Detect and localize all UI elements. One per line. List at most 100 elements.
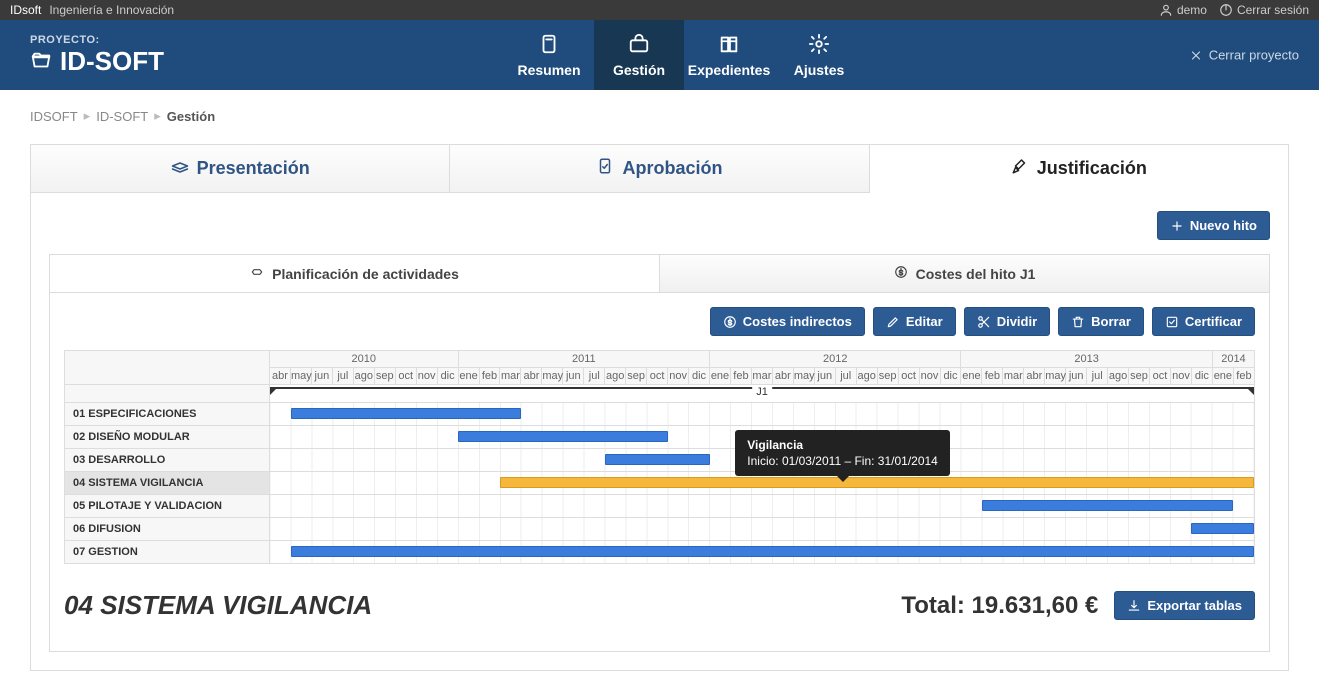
navtab-gestion[interactable]: Gestión	[594, 20, 684, 90]
gantt-bar[interactable]	[291, 408, 521, 419]
month-header: nov	[919, 368, 940, 385]
year-header: 2011	[458, 351, 709, 368]
month-header: abr	[772, 368, 793, 385]
month-header: feb	[982, 368, 1003, 385]
justificacion-icon	[1011, 157, 1029, 180]
logout-link[interactable]: Cerrar sesión	[1219, 3, 1309, 17]
gantt-chart[interactable]: 20102011201220132014 abrmayjunjulagosepo…	[64, 350, 1255, 564]
navtab-expedientes[interactable]: Expedientes	[684, 20, 774, 90]
month-header: feb	[730, 368, 751, 385]
month-header: ene	[1212, 368, 1233, 385]
breadcrumb-0[interactable]: IDSOFT	[30, 109, 78, 124]
month-header: dic	[1191, 368, 1212, 385]
activity-label[interactable]: 05 PILOTAJE Y VALIDACION	[65, 495, 270, 518]
export-tables-button[interactable]: Exportar tablas	[1114, 591, 1255, 620]
month-header: abr	[270, 368, 291, 385]
activity-label[interactable]: 03 DESARROLLO	[65, 449, 270, 472]
month-header: ago	[1108, 368, 1129, 385]
indirect-costs-button[interactable]: Costes indirectos	[710, 307, 865, 336]
gantt-bar[interactable]	[982, 500, 1233, 511]
activity-label[interactable]: 02 DISEÑO MODULAR	[65, 426, 270, 449]
tab-aprobacion[interactable]: Aprobación	[450, 145, 869, 192]
month-header: oct	[395, 368, 416, 385]
presentacion-icon	[171, 157, 189, 180]
selected-activity-title: 04 SISTEMA VIGILANCIA	[64, 590, 372, 621]
tooltip-title: Vigilancia	[747, 438, 938, 452]
milestone-bracket[interactable]: J1	[270, 387, 1254, 399]
breadcrumb-1[interactable]: ID-SOFT	[96, 109, 148, 124]
month-header: abr	[1024, 368, 1045, 385]
subtab-1[interactable]: Costes del hito J1	[660, 255, 1269, 292]
month-header: jul	[835, 368, 856, 385]
gantt-bar[interactable]	[291, 546, 1254, 557]
month-header: may	[542, 368, 563, 385]
trash-icon	[1071, 315, 1085, 329]
month-header: ene	[961, 368, 982, 385]
year-header: 2013	[961, 351, 1212, 368]
month-header: may	[793, 368, 814, 385]
activity-label[interactable]: 06 DIFUSION	[65, 518, 270, 541]
aprobacion-icon	[596, 157, 614, 180]
month-header: nov	[1170, 368, 1191, 385]
delete-button[interactable]: Borrar	[1058, 307, 1144, 336]
month-header: abr	[521, 368, 542, 385]
tab-justificacion[interactable]: Justificación	[870, 145, 1288, 193]
total-value: Total: 19.631,60 €	[901, 592, 1098, 620]
navtab-resumen[interactable]: Resumen	[504, 20, 594, 90]
main-nav: PROYECTO: ID-SOFT ResumenGestiónExpedien…	[0, 20, 1319, 90]
month-header: feb	[1233, 368, 1254, 385]
topbar: IDsoft Ingeniería e Innovación demo Cerr…	[0, 0, 1319, 20]
month-header: dic	[437, 368, 458, 385]
month-header: nov	[668, 368, 689, 385]
navtab-ajustes[interactable]: Ajustes	[774, 20, 864, 90]
month-header: mar	[751, 368, 772, 385]
activity-label[interactable]: 07 GESTION	[65, 541, 270, 564]
user-icon	[1159, 3, 1173, 17]
project-name[interactable]: ID-SOFT	[30, 46, 164, 77]
new-milestone-button[interactable]: Nuevo hito	[1157, 211, 1270, 240]
tooltip-detail: Inicio: 01/03/2011 – Fin: 31/01/2014	[747, 454, 938, 468]
month-header: ene	[458, 368, 479, 385]
month-header: oct	[1150, 368, 1171, 385]
tab-presentacion[interactable]: Presentación	[31, 145, 450, 192]
scissors-icon	[977, 315, 991, 329]
certify-button[interactable]: Certificar	[1152, 307, 1255, 336]
close-project-link[interactable]: Cerrar proyecto	[1189, 48, 1299, 63]
month-header: ago	[605, 368, 626, 385]
gantt-bar[interactable]	[458, 431, 667, 442]
close-icon	[1189, 48, 1203, 62]
month-header: jun	[1066, 368, 1087, 385]
month-header: jul	[584, 368, 605, 385]
month-header: jun	[563, 368, 584, 385]
milestone-label: J1	[752, 386, 772, 398]
user-link[interactable]: demo	[1159, 3, 1207, 17]
edit-button[interactable]: Editar	[873, 307, 956, 336]
month-header: dic	[689, 368, 710, 385]
year-header: 2010	[270, 351, 459, 368]
gantt-bar[interactable]	[605, 454, 710, 465]
tagline: Ingeniería e Innovación	[49, 3, 174, 17]
year-header: 2012	[710, 351, 961, 368]
breadcrumb: IDSOFT▸ID-SOFT▸Gestión	[30, 108, 1289, 124]
subtab-icon-1	[894, 265, 908, 282]
activity-label[interactable]: 01 ESPECIFICACIONES	[65, 403, 270, 426]
month-header: oct	[898, 368, 919, 385]
resumen-icon	[538, 33, 560, 58]
gantt-bar[interactable]	[1191, 523, 1254, 534]
month-header: sep	[1129, 368, 1150, 385]
gantt-bar[interactable]	[500, 477, 1254, 488]
folder-open-icon	[30, 50, 52, 72]
month-header: may	[290, 368, 311, 385]
month-header: jul	[1087, 368, 1108, 385]
gantt-tooltip: Vigilancia Inicio: 01/03/2011 – Fin: 31/0…	[735, 430, 950, 476]
month-header: ago	[856, 368, 877, 385]
subtab-0[interactable]: Planificación de actividades	[50, 255, 660, 292]
split-button[interactable]: Dividir	[964, 307, 1050, 336]
brand[interactable]: IDsoft	[10, 3, 41, 17]
month-header: feb	[479, 368, 500, 385]
user-name: demo	[1177, 3, 1207, 17]
activity-label[interactable]: 04 SISTEMA VIGILANCIA	[65, 472, 270, 495]
month-header: dic	[940, 368, 961, 385]
month-header: nov	[416, 368, 437, 385]
download-icon	[1127, 599, 1141, 613]
